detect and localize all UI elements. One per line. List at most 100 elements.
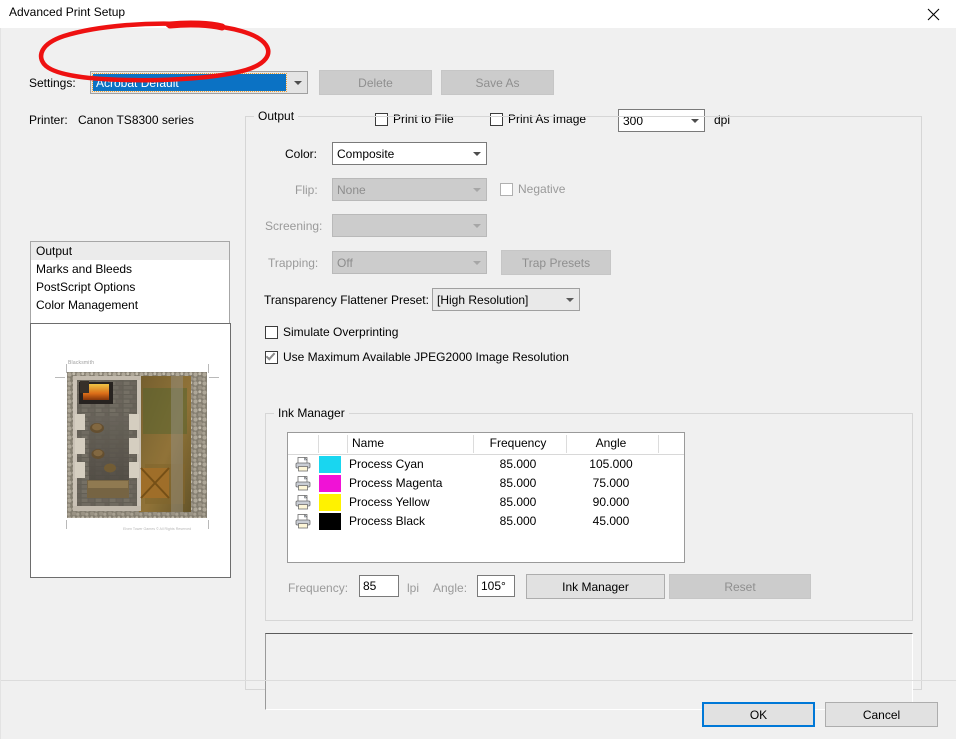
ink-manager-button[interactable]: Ink Manager <box>526 574 665 599</box>
screening-value <box>333 215 467 236</box>
chevron-down-icon <box>560 289 579 310</box>
printer-name: Canon TS8300 series <box>78 113 194 127</box>
chevron-down-icon <box>467 143 486 164</box>
ink-frequency: 85.000 <box>499 457 537 471</box>
column-header-name: Name <box>352 436 385 450</box>
dialog-body: Settings: Acrobat Default Delete Save As… <box>0 28 956 739</box>
simulate-overprinting-label: Simulate Overprinting <box>283 325 399 339</box>
screening-label: Screening: <box>265 219 323 233</box>
color-label: Color: <box>285 147 318 161</box>
settings-combobox[interactable]: Acrobat Default <box>90 71 308 94</box>
negative-checkbox[interactable]: Negative <box>500 182 565 196</box>
description-panel <box>265 633 913 710</box>
crop-mark <box>208 520 209 529</box>
column-separator <box>318 435 319 453</box>
checkbox-box <box>265 325 278 339</box>
flip-combobox[interactable]: None <box>332 178 487 201</box>
angle-input[interactable]: 105° <box>477 575 515 597</box>
sidebar-item-postscript-options[interactable]: PostScript Options <box>31 278 229 296</box>
column-header-frequency: Frequency <box>489 436 547 450</box>
frequency-input[interactable]: 85 <box>359 575 399 597</box>
chevron-down-icon <box>288 72 307 93</box>
ink-frequency: 85.000 <box>499 514 537 528</box>
crop-mark <box>66 520 67 529</box>
ink-color-swatch <box>318 455 342 474</box>
print-preview[interactable]: Blacksmith Elven Tower Games © All Right… <box>30 323 231 578</box>
checkbox-box <box>500 182 513 196</box>
screening-combobox[interactable] <box>332 214 487 237</box>
reset-button[interactable]: Reset <box>669 574 811 599</box>
close-button[interactable] <box>910 0 956 28</box>
output-group-caption: Output <box>254 109 299 123</box>
ok-button[interactable]: OK <box>702 702 815 727</box>
table-row[interactable]: Process Yellow 85.000 90.000 <box>288 493 684 512</box>
output-group: Output Color: Composite Flip: None Negat… <box>245 109 922 710</box>
crop-mark <box>209 377 219 378</box>
column-separator <box>658 435 659 453</box>
preview-footer: Elven Tower Games © All Rights Reserved <box>123 527 192 531</box>
table-row[interactable]: Process Magenta 85.000 75.000 <box>288 474 684 493</box>
flattener-combobox[interactable]: [High Resolution] <box>432 288 580 311</box>
flattener-label: Transparency Flattener Preset: <box>264 293 429 307</box>
color-combobox[interactable]: Composite <box>332 142 487 165</box>
sidebar-item-output[interactable]: Output <box>31 242 229 260</box>
ink-table[interactable]: Name Frequency Angle Process Cyan 85.000… <box>287 432 685 563</box>
column-separator <box>347 435 348 453</box>
delete-button[interactable]: Delete <box>319 70 432 95</box>
trapping-combobox[interactable]: Off <box>332 251 487 274</box>
trap-presets-button[interactable]: Trap Presets <box>501 250 611 275</box>
ink-manager-group: Ink Manager Name Frequency Angle Process… <box>265 406 913 621</box>
advanced-print-setup-dialog: Advanced Print Setup Settings: Acrobat D… <box>0 0 956 739</box>
settings-combobox-value: Acrobat Default <box>92 73 287 92</box>
frequency-label: Frequency: <box>288 581 349 595</box>
table-row[interactable]: Process Cyan 85.000 105.000 <box>288 455 684 474</box>
chevron-down-icon <box>467 252 486 273</box>
ink-manager-caption: Ink Manager <box>274 406 349 420</box>
chevron-down-icon <box>467 179 486 200</box>
flip-value: None <box>337 182 366 197</box>
map-thumbnail-graphic <box>67 372 207 518</box>
ink-table-header: Name Frequency Angle <box>288 433 684 455</box>
preview-doc-title: Blacksmith <box>68 360 95 366</box>
printer-icon <box>295 476 311 491</box>
color-value: Composite <box>337 146 395 161</box>
jpeg2000-checkbox[interactable]: Use Maximum Available JPEG2000 Image Res… <box>265 349 569 364</box>
simulate-overprinting-checkbox[interactable]: Simulate Overprinting <box>265 325 398 339</box>
flip-label: Flip: <box>295 183 318 197</box>
printer-icon <box>295 514 311 529</box>
chevron-down-icon <box>467 215 486 236</box>
cancel-button[interactable]: Cancel <box>825 702 938 727</box>
ink-angle: 90.000 <box>592 495 630 509</box>
printer-icon <box>295 457 311 472</box>
footer-divider <box>1 680 956 681</box>
ink-color-swatch <box>318 474 342 493</box>
negative-label: Negative <box>518 182 566 196</box>
flattener-value: [High Resolution] <box>437 292 529 307</box>
crop-mark <box>208 364 209 373</box>
check-icon <box>265 349 276 361</box>
settings-label: Settings: <box>29 76 76 90</box>
sidebar-item-color-management[interactable]: Color Management <box>31 296 229 314</box>
title-bar: Advanced Print Setup <box>0 0 956 28</box>
printer-icon <box>295 495 311 510</box>
table-row[interactable]: Process Black 85.000 45.000 <box>288 512 684 531</box>
preview-page: Blacksmith Elven Tower Games © All Right… <box>37 332 224 569</box>
column-header-angle: Angle <box>595 436 627 450</box>
ink-name: Process Yellow <box>349 495 430 509</box>
ink-color-swatch <box>318 512 342 531</box>
close-icon <box>927 8 939 20</box>
ink-angle: 75.000 <box>592 476 630 490</box>
preview-map-image <box>67 372 207 518</box>
angle-label: Angle: <box>433 581 468 595</box>
printer-label: Printer: <box>29 113 68 127</box>
save-as-button[interactable]: Save As <box>441 70 554 95</box>
ink-angle: 45.000 <box>592 514 630 528</box>
ink-frequency: 85.000 <box>499 495 537 509</box>
settings-category-list[interactable]: Output Marks and Bleeds PostScript Optio… <box>30 241 230 333</box>
ink-angle: 105.000 <box>589 457 633 471</box>
jpeg2000-label: Use Maximum Available JPEG2000 Image Res… <box>283 350 569 364</box>
ink-name: Process Magenta <box>349 476 443 490</box>
ink-color-swatch <box>318 493 342 512</box>
crop-mark <box>55 377 65 378</box>
sidebar-item-marks-and-bleeds[interactable]: Marks and Bleeds <box>31 260 229 278</box>
